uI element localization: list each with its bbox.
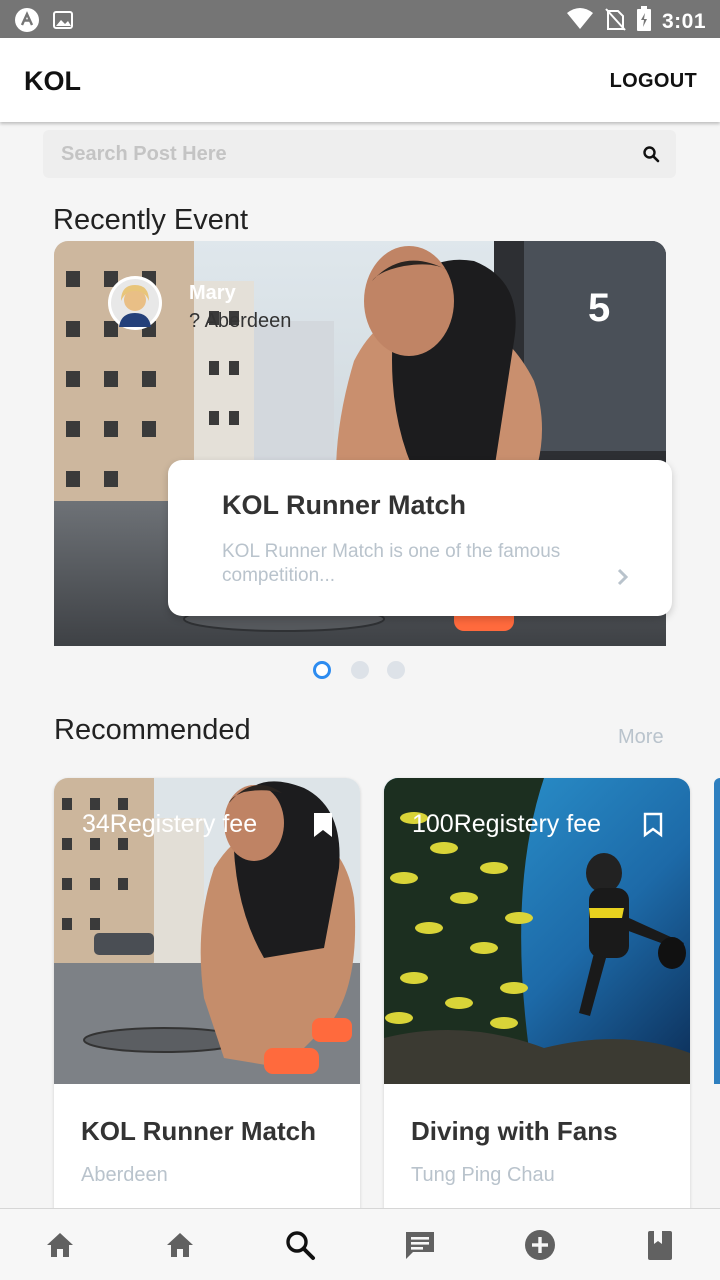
event-description: KOL Runner Match is one of the famous co… bbox=[222, 541, 561, 586]
chevron-right-icon[interactable] bbox=[616, 568, 630, 586]
recommended-card-diving[interactable]: 100Registery fee Diving with Fans Tung P… bbox=[384, 778, 690, 1218]
recommended-card-peek[interactable] bbox=[714, 778, 720, 1084]
card-title: KOL Runner Match bbox=[81, 1116, 316, 1146]
pager-dot-1[interactable] bbox=[313, 661, 331, 679]
status-time: 3:01 bbox=[661, 9, 706, 33]
status-bar: 3:01 bbox=[0, 0, 720, 38]
bottom-navigation bbox=[0, 1208, 720, 1280]
event-title: KOL Runner Match bbox=[222, 490, 467, 520]
more-link[interactable]: More bbox=[618, 726, 664, 749]
app-logo-icon bbox=[14, 7, 40, 38]
image-icon bbox=[52, 9, 74, 36]
chat-icon[interactable] bbox=[403, 1228, 437, 1262]
card-title: Diving with Fans bbox=[411, 1116, 618, 1146]
recommended-card-runner[interactable]: 34Registery fee KOL Runner Match Aberdee… bbox=[54, 778, 360, 1218]
no-sim-icon bbox=[604, 7, 626, 36]
event-count: 5 bbox=[588, 286, 611, 330]
carousel-pager bbox=[313, 660, 413, 680]
event-info-card[interactable]: KOL Runner Match KOL Runner Match is one… bbox=[168, 460, 672, 616]
battery-charging-icon bbox=[636, 6, 652, 37]
app-bar: KOL LOGOUT bbox=[0, 38, 720, 122]
event-user-location: ? Aberdeen bbox=[189, 310, 292, 332]
search-input[interactable] bbox=[61, 138, 621, 170]
card-fee: 100Registery fee bbox=[412, 810, 602, 838]
recent-section-title: Recently Event bbox=[53, 204, 249, 236]
add-circle-icon[interactable] bbox=[523, 1228, 557, 1262]
logout-button[interactable]: LOGOUT bbox=[610, 70, 697, 93]
event-user-name: Mary bbox=[189, 282, 236, 304]
app-title: KOL bbox=[24, 66, 81, 96]
bookmark-filled-icon[interactable] bbox=[312, 812, 334, 838]
pager-dot-2[interactable] bbox=[351, 661, 369, 679]
home-icon[interactable] bbox=[163, 1228, 197, 1262]
wifi-icon bbox=[566, 7, 594, 36]
card-location: Aberdeen bbox=[81, 1164, 168, 1186]
recommended-section-title: Recommended bbox=[54, 714, 251, 746]
pager-dot-3[interactable] bbox=[387, 661, 405, 679]
card-fee: 34Registery fee bbox=[82, 810, 258, 838]
search-icon[interactable] bbox=[642, 145, 660, 163]
avatar[interactable] bbox=[108, 276, 162, 330]
book-icon[interactable] bbox=[643, 1228, 677, 1262]
bookmark-outline-icon[interactable] bbox=[642, 812, 664, 838]
search-icon[interactable] bbox=[283, 1228, 317, 1262]
home-icon[interactable] bbox=[43, 1228, 77, 1262]
search-bar bbox=[43, 130, 676, 178]
card-location: Tung Ping Chau bbox=[411, 1164, 555, 1186]
user-avatar-image bbox=[111, 279, 159, 327]
